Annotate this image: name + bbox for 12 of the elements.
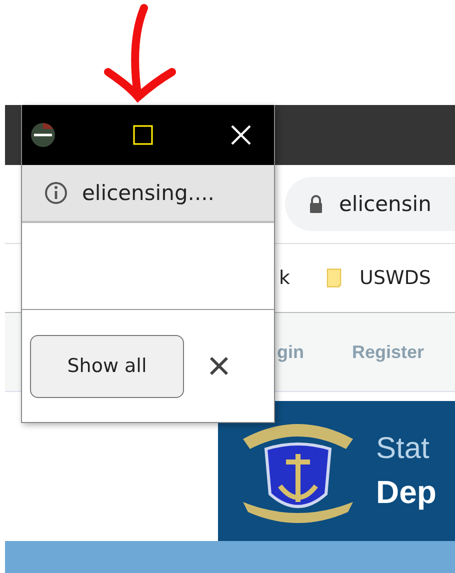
show-all-button[interactable]: Show all (30, 334, 184, 398)
url-text: elicensing.... (82, 181, 214, 205)
maximize-icon[interactable] (132, 124, 154, 146)
minimize-icon[interactable] (30, 122, 56, 148)
lock-icon (309, 195, 323, 213)
banner-title: Stat (376, 432, 430, 466)
bookmark-link[interactable]: USWDS (360, 267, 431, 289)
bookmark-link[interactable]: k (279, 267, 290, 289)
address-bar[interactable]: elicensin (285, 177, 455, 231)
close-icon[interactable] (208, 355, 230, 377)
info-icon[interactable] (44, 181, 68, 205)
banner-subtitle: Dep (376, 474, 436, 510)
